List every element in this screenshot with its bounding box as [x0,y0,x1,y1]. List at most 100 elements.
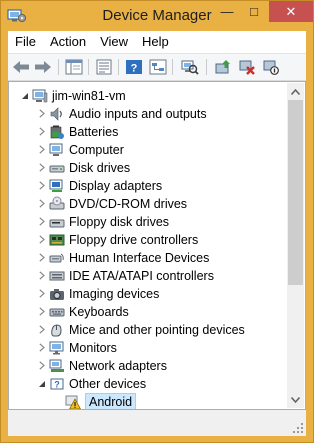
help-button[interactable]: ? [123,57,145,77]
floppy-controller-icon [49,232,65,248]
forward-icon [35,61,51,73]
disable-device-button[interactable] [260,57,282,77]
expand-arrow-icon[interactable] [38,325,46,334]
expand-arrow-icon[interactable] [38,199,46,208]
scroll-up-button[interactable] [287,83,304,100]
expand-arrow-icon[interactable] [38,235,46,244]
maximize-button[interactable]: □ [241,1,267,22]
toolbar-separator [118,59,119,75]
mouse-icon [49,322,65,338]
scan-hardware-changes-button[interactable] [179,57,201,77]
tree-item-dvd-drive[interactable]: DVD/CD-ROM drives [9,195,289,213]
minimize-icon: — [220,4,234,19]
tree-item-label: Other devices [69,377,147,391]
tree-item-computer[interactable]: Computer [9,141,289,159]
back-icon [13,61,29,73]
tree-item-label: DVD/CD-ROM drives [69,197,188,211]
back-button[interactable] [10,57,32,77]
display-adapter-icon [49,178,65,194]
scroll-down-button[interactable] [287,391,304,408]
tree-item-warning-device[interactable]: Android [9,393,289,409]
tree-item-network-adapter[interactable]: Network adapters [9,357,289,375]
menu-file[interactable]: File [8,31,43,53]
tree-item-label: Network adapters [69,359,167,373]
tree-item-label: Keyboards [69,305,129,319]
expand-arrow-icon[interactable] [38,289,46,298]
tree-item-camera[interactable]: Imaging devices [9,285,289,303]
tree-item-monitor[interactable]: Monitors [9,339,289,357]
disk-drive-icon [49,160,65,176]
expand-arrow-icon[interactable] [38,145,46,154]
tree-item-hid[interactable]: Human Interface Devices [9,249,289,267]
expand-arrow-icon[interactable] [38,361,46,370]
title-bar[interactable]: Device Manager — □ ✕ [1,1,313,31]
expand-arrow-icon[interactable] [38,217,46,226]
expand-arrow-icon[interactable] [38,181,46,190]
forward-button[interactable] [32,57,54,77]
tree-item-label: Android [85,393,137,409]
maximize-icon: □ [250,4,258,19]
status-bar [8,410,306,436]
keyboard-icon [49,304,65,320]
toolbar-separator [88,59,89,75]
menu-action[interactable]: Action [43,31,93,53]
floppy-disk-icon [49,214,65,230]
svg-text:?: ? [54,380,60,390]
show-hide-console-tree-button[interactable] [63,57,85,77]
tree-item-label: Disk drives [69,161,131,175]
tree-item-floppy-disk[interactable]: Floppy disk drives [9,213,289,231]
minimize-button[interactable]: — [214,1,240,22]
svg-text:?: ? [131,63,138,75]
device-manager-window: Device Manager — □ ✕ File Action View He… [0,0,314,443]
menu-view[interactable]: View [93,31,135,53]
console-tree-icon [65,59,83,75]
tree-item-label: Monitors [69,341,117,355]
expand-arrow-icon[interactable] [38,109,46,118]
menu-help[interactable]: Help [135,31,176,53]
collapse-arrow-icon[interactable] [38,379,46,388]
computer-icon [32,88,48,104]
tree-item-label: Imaging devices [69,287,160,301]
toolbar-separator [172,59,173,75]
tree-item-label: Floppy disk drives [69,215,170,229]
expand-arrow-icon[interactable] [38,307,46,316]
scan-hardware-icon [181,60,199,75]
devices-by-connection-icon [149,59,167,75]
update-driver-button[interactable] [212,57,234,77]
scrollbar-thumb[interactable] [288,100,303,285]
expand-arrow-icon[interactable] [38,343,46,352]
properties-button[interactable] [93,57,115,77]
vertical-scrollbar[interactable] [287,83,304,408]
network-adapter-icon [49,358,65,374]
tree-item-disk-drive[interactable]: Disk drives [9,159,289,177]
tree-item-ide-controller[interactable]: IDE ATA/ATAPI controllers [9,267,289,285]
tree-root[interactable]: jim-win81-vm [9,87,289,105]
expand-arrow-icon[interactable] [38,253,46,262]
expand-arrow-icon[interactable] [38,271,46,280]
toolbar: ? [8,53,306,81]
speaker-icon [49,106,65,122]
close-icon: ✕ [285,3,297,19]
device-tree[interactable]: jim-win81-vm Audio inputs and outputs Bat… [8,81,306,410]
tree-item-mouse[interactable]: Mice and other pointing devices [9,321,289,339]
view-devices-button[interactable] [147,57,169,77]
disable-device-icon [263,60,279,75]
tree-item-battery[interactable]: Batteries [9,123,289,141]
uninstall-device-button[interactable] [236,57,258,77]
tree-item-speaker[interactable]: Audio inputs and outputs [9,105,289,123]
tree-item-label: Batteries [69,125,119,139]
resize-grip-icon[interactable] [292,422,304,434]
scroll-up-icon [291,88,300,95]
tree-item-display-adapter[interactable]: Display adapters [9,177,289,195]
expand-arrow-icon[interactable] [38,127,46,136]
tree-item-keyboard[interactable]: Keyboards [9,303,289,321]
tree-item-floppy-controller[interactable]: Floppy drive controllers [9,231,289,249]
camera-icon [49,286,65,302]
update-driver-icon [215,60,230,74]
collapse-arrow-icon[interactable] [21,91,29,100]
expand-arrow-icon[interactable] [38,163,46,172]
warning-device-icon [65,394,81,409]
tree-item-label: Human Interface Devices [69,251,210,265]
tree-item-other-devices[interactable]: ? Other devices [9,375,289,393]
close-button[interactable]: ✕ [269,1,313,22]
